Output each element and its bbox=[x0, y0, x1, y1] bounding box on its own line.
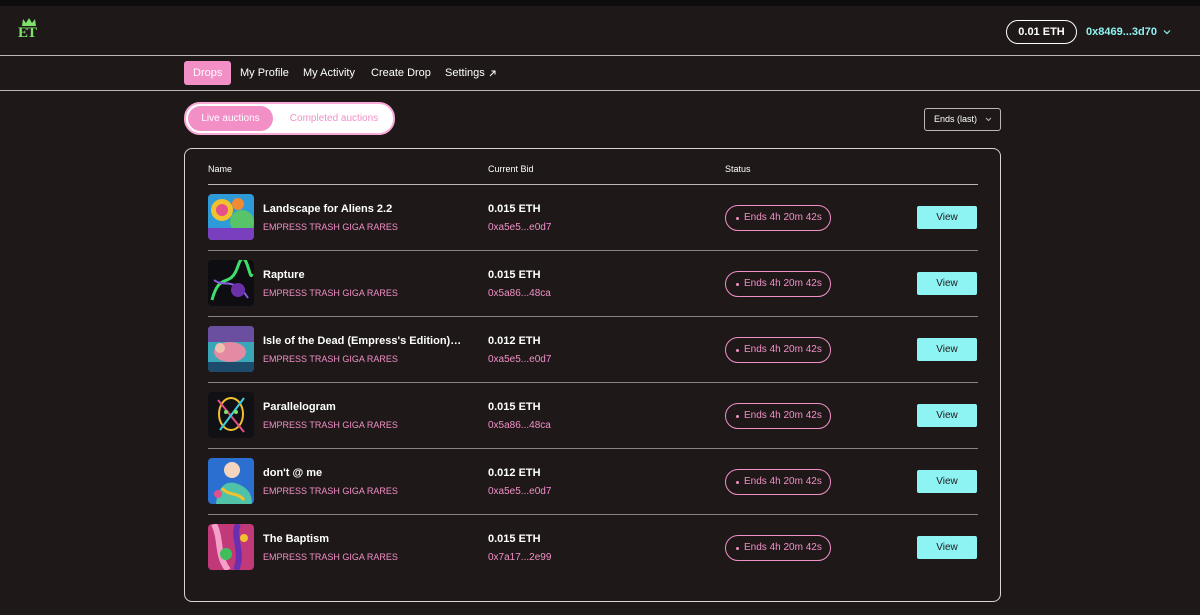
auctions-table: Name Current Bid Status Landscape for Al… bbox=[184, 148, 1001, 602]
status-dot-icon bbox=[736, 348, 739, 352]
artwork-title: The Baptism bbox=[263, 533, 330, 545]
logo[interactable]: ET bbox=[18, 18, 40, 44]
external-link-icon bbox=[489, 70, 496, 76]
bidder-address[interactable]: 0xa5e5...e0d7 bbox=[488, 222, 551, 233]
status-text: Ends 4h 20m 42s bbox=[744, 278, 822, 289]
artwork-thumbnail[interactable] bbox=[208, 326, 254, 372]
status-dot-icon bbox=[736, 282, 739, 286]
nav-item-label: My Activity bbox=[303, 67, 355, 79]
column-header-status: Status bbox=[725, 164, 751, 174]
wallet-menu[interactable]: 0x8469...3d70 bbox=[1086, 20, 1171, 44]
tab-completed-auctions[interactable]: Completed auctions bbox=[279, 106, 389, 131]
logo-text: ET bbox=[18, 25, 37, 41]
wallet-address: 0x8469...3d70 bbox=[1086, 26, 1157, 38]
auction-toggle: Live auctions Completed auctions bbox=[184, 102, 395, 135]
status-text: Ends 4h 20m 42s bbox=[744, 542, 822, 553]
artwork-title: Isle of the Dead (Empress's Edition) Fe.… bbox=[263, 335, 463, 347]
collection-name: EMPRESS TRASH GIGA RARES bbox=[263, 288, 398, 298]
status-dot-icon bbox=[736, 414, 739, 418]
view-button[interactable]: View bbox=[917, 206, 977, 229]
nav-item-label: Drops bbox=[193, 67, 223, 79]
artwork-thumbnail[interactable] bbox=[208, 260, 254, 306]
table-row: Parallelogram EMPRESS TRASH GIGA RARES 0… bbox=[208, 383, 978, 449]
view-button[interactable]: View bbox=[917, 272, 977, 295]
collection-name: EMPRESS TRASH GIGA RARES bbox=[263, 486, 398, 496]
bidder-address[interactable]: 0x7a17...2e99 bbox=[488, 552, 551, 563]
status-text: Ends 4h 20m 42s bbox=[744, 344, 822, 355]
status-badge: Ends 4h 20m 42s bbox=[725, 271, 831, 297]
artwork-title: Rapture bbox=[263, 269, 305, 281]
status-badge: Ends 4h 20m 42s bbox=[725, 205, 831, 231]
status-badge: Ends 4h 20m 42s bbox=[725, 535, 831, 561]
nav-item-create-drop[interactable]: Create Drop bbox=[371, 61, 431, 85]
status-dot-icon bbox=[736, 216, 739, 220]
table-row: Landscape for Aliens 2.2 EMPRESS TRASH G… bbox=[208, 185, 978, 251]
artwork-title: Landscape for Aliens 2.2 bbox=[263, 203, 393, 215]
artwork-thumbnail[interactable] bbox=[208, 524, 254, 570]
bidder-address[interactable]: 0xa5e5...e0d7 bbox=[488, 486, 551, 497]
current-bid: 0.015 ETH bbox=[488, 401, 541, 413]
collection-name: EMPRESS TRASH GIGA RARES bbox=[263, 420, 398, 430]
table-row: Rapture EMPRESS TRASH GIGA RARES 0.015 E… bbox=[208, 251, 978, 317]
view-button[interactable]: View bbox=[917, 338, 977, 361]
status-badge: Ends 4h 20m 42s bbox=[725, 337, 831, 363]
collection-name: EMPRESS TRASH GIGA RARES bbox=[263, 222, 398, 232]
artwork-title: don't @ me bbox=[263, 467, 323, 479]
nav-item-label: Create Drop bbox=[371, 67, 431, 79]
nav-item-my-activity[interactable]: My Activity bbox=[303, 61, 355, 85]
tab-live-auctions[interactable]: Live auctions bbox=[188, 106, 273, 131]
bidder-address[interactable]: 0xa5e5...e0d7 bbox=[488, 354, 551, 365]
artwork-thumbnail[interactable] bbox=[208, 392, 254, 438]
bidder-address[interactable]: 0x5a86...48ca bbox=[488, 420, 551, 431]
bidder-address[interactable]: 0x5a86...48ca bbox=[488, 288, 551, 299]
sort-select-value: Ends (last) bbox=[934, 114, 978, 124]
artwork-thumbnail[interactable] bbox=[208, 194, 254, 240]
view-button[interactable]: View bbox=[917, 404, 977, 427]
top-bar: ET 0.01 ETH 0x8469...3d70 bbox=[0, 6, 1200, 55]
current-bid: 0.015 ETH bbox=[488, 269, 541, 281]
nav-item-my-profile[interactable]: My Profile bbox=[240, 61, 289, 85]
chevron-down-icon bbox=[985, 117, 992, 122]
collection-name: EMPRESS TRASH GIGA RARES bbox=[263, 552, 398, 562]
chevron-down-icon bbox=[1163, 30, 1171, 35]
table-row: don't @ me EMPRESS TRASH GIGA RARES 0.01… bbox=[208, 449, 978, 515]
column-header-name: Name bbox=[208, 164, 233, 174]
current-bid: 0.015 ETH bbox=[488, 203, 541, 215]
current-bid: 0.015 ETH bbox=[488, 533, 541, 545]
sort-select[interactable]: Ends (last) bbox=[924, 108, 1001, 131]
table-header: Name Current Bid Status bbox=[208, 149, 978, 185]
view-button[interactable]: View bbox=[917, 470, 977, 493]
table-row: The Baptism EMPRESS TRASH GIGA RARES 0.0… bbox=[208, 515, 978, 581]
status-badge: Ends 4h 20m 42s bbox=[725, 403, 831, 429]
status-dot-icon bbox=[736, 480, 739, 484]
view-button[interactable]: View bbox=[917, 536, 977, 559]
collection-name: EMPRESS TRASH GIGA RARES bbox=[263, 354, 398, 364]
balance-badge[interactable]: 0.01 ETH bbox=[1006, 20, 1077, 44]
nav-bar: Drops My Profile My Activity Create Drop… bbox=[0, 55, 1200, 91]
artwork-thumbnail[interactable] bbox=[208, 458, 254, 504]
nav-item-label: Settings bbox=[445, 67, 485, 79]
nav-item-settings[interactable]: Settings bbox=[445, 61, 496, 85]
status-text: Ends 4h 20m 42s bbox=[744, 410, 822, 421]
status-dot-icon bbox=[736, 546, 739, 550]
nav-item-drops[interactable]: Drops bbox=[184, 61, 232, 85]
column-header-bid: Current Bid bbox=[488, 164, 534, 174]
current-bid: 0.012 ETH bbox=[488, 467, 541, 479]
nav-item-label: My Profile bbox=[240, 67, 289, 79]
table-row: Isle of the Dead (Empress's Edition) Fe.… bbox=[208, 317, 978, 383]
artwork-title: Parallelogram bbox=[263, 401, 336, 413]
status-badge: Ends 4h 20m 42s bbox=[725, 469, 831, 495]
current-bid: 0.012 ETH bbox=[488, 335, 541, 347]
status-text: Ends 4h 20m 42s bbox=[744, 476, 822, 487]
status-text: Ends 4h 20m 42s bbox=[744, 212, 822, 223]
